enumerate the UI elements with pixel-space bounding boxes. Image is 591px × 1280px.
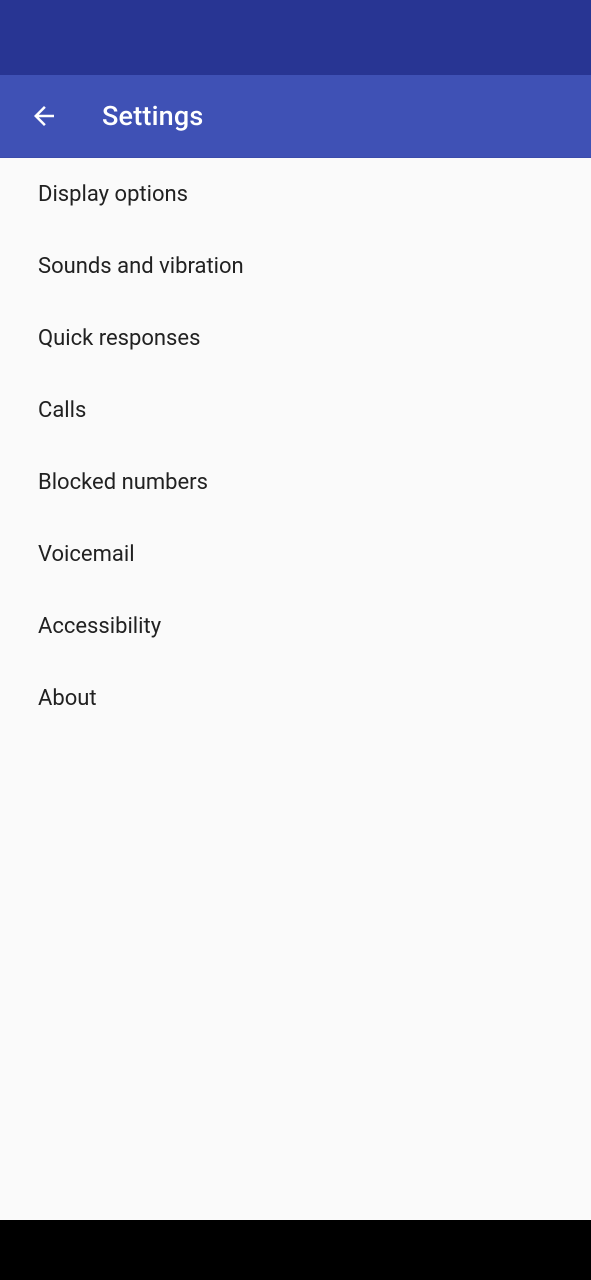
list-item-label: Display options [38,182,188,207]
arrow-back-icon [29,101,59,131]
settings-item-quick-responses[interactable]: Quick responses [0,302,591,374]
list-item-label: Accessibility [38,614,161,639]
list-item-label: Quick responses [38,326,200,351]
back-button[interactable] [24,96,64,136]
navigation-bar [0,1220,591,1280]
settings-item-display-options[interactable]: Display options [0,158,591,230]
settings-item-sounds-and-vibration[interactable]: Sounds and vibration [0,230,591,302]
list-item-label: Blocked numbers [38,470,208,495]
page-title: Settings [102,100,204,132]
settings-list: Display options Sounds and vibration Qui… [0,158,591,1220]
settings-item-accessibility[interactable]: Accessibility [0,590,591,662]
list-item-label: Voicemail [38,542,135,567]
settings-item-calls[interactable]: Calls [0,374,591,446]
list-item-label: Calls [38,398,86,423]
app-bar: Settings [0,75,591,158]
settings-item-about[interactable]: About [0,662,591,734]
list-item-label: Sounds and vibration [38,254,244,279]
settings-item-voicemail[interactable]: Voicemail [0,518,591,590]
status-bar [0,0,591,75]
settings-item-blocked-numbers[interactable]: Blocked numbers [0,446,591,518]
list-item-label: About [38,686,97,711]
